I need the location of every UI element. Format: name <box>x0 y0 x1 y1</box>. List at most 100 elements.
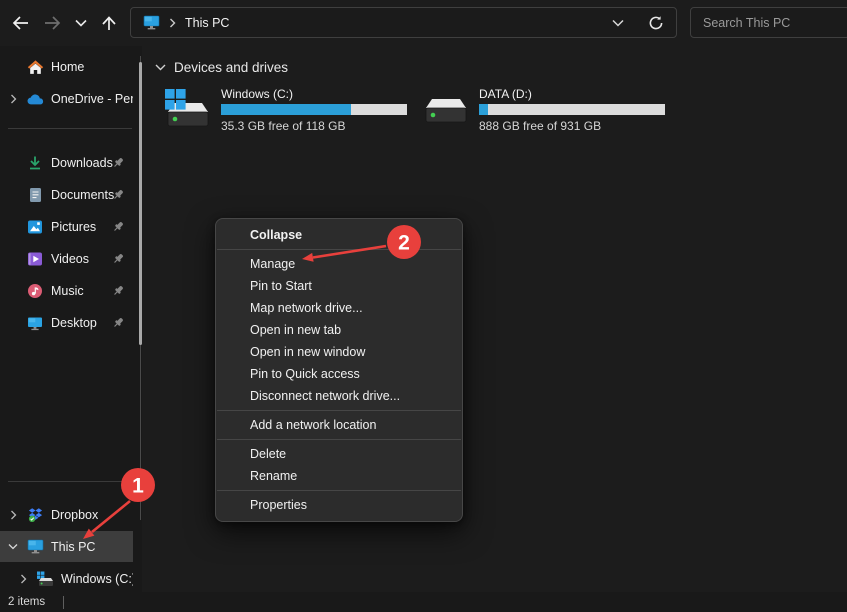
context-menu-item-pin-to-quick-access[interactable]: Pin to Quick access <box>216 363 462 385</box>
chevron-down-icon <box>75 19 87 27</box>
context-menu-item-properties[interactable]: Properties <box>216 494 462 516</box>
sidebar-item-label: OneDrive - Perso <box>51 92 133 106</box>
context-menu-item-map-network-drive[interactable]: Map network drive... <box>216 297 462 319</box>
section-collapse-chevron-icon[interactable] <box>155 64 166 71</box>
sidebar-item-windows-c[interactable]: Windows (C:) <box>0 564 133 594</box>
sidebar-divider <box>8 128 132 129</box>
address-dropdown-icon[interactable] <box>612 19 624 27</box>
sidebar-item-downloads[interactable]: Downloads <box>0 148 133 178</box>
pin-icon <box>111 252 125 266</box>
desktop-icon <box>26 314 44 332</box>
chevron-right-icon[interactable] <box>16 574 30 584</box>
context-menu-separator <box>217 439 461 440</box>
pin-icon <box>111 220 125 234</box>
sidebar-item-label: Home <box>51 60 84 74</box>
context-menu-item-open-in-new-tab[interactable]: Open in new tab <box>216 319 462 341</box>
sidebar-scrollbar-thumb[interactable] <box>139 62 142 345</box>
address-bar[interactable]: This PC <box>130 7 677 38</box>
recent-locations-button[interactable] <box>68 10 94 36</box>
pin-icon <box>111 188 125 202</box>
sidebar-item-label: Desktop <box>51 316 97 330</box>
drive-name: DATA (D:) <box>479 87 665 101</box>
pin-icon <box>111 284 125 298</box>
drive-windows-c[interactable]: Windows (C:) 35.3 GB free of 118 GB <box>164 84 414 136</box>
videos-icon <box>26 250 44 268</box>
sidebar-item-label: Pictures <box>51 220 96 234</box>
search-input[interactable] <box>701 15 839 31</box>
context-menu-item-pin-to-start[interactable]: Pin to Start <box>216 275 462 297</box>
context-menu-item-rename[interactable]: Rename <box>216 465 462 487</box>
pin-icon <box>111 156 125 170</box>
this-pc-monitor-icon <box>26 538 44 556</box>
sidebar-item-videos[interactable]: Videos <box>0 244 133 274</box>
forward-button[interactable] <box>39 10 65 36</box>
sidebar-item-home[interactable]: Home <box>0 52 133 82</box>
chevron-right-icon[interactable] <box>6 510 20 520</box>
sidebar-item-documents[interactable]: Documents <box>0 180 133 210</box>
context-menu-item-collapse[interactable]: Collapse <box>216 224 462 246</box>
drive-free-space-label: 35.3 GB free of 118 GB <box>221 119 407 133</box>
arrow-up-icon <box>101 15 117 32</box>
breadcrumb-this-pc[interactable]: This PC <box>185 16 229 30</box>
system-drive-icon <box>164 89 212 131</box>
documents-icon <box>26 186 44 204</box>
context-menu-item-manage[interactable]: Manage <box>216 253 462 275</box>
sidebar-item-dropbox[interactable]: Dropbox <box>0 500 133 530</box>
sidebar-item-desktop[interactable]: Desktop <box>0 308 133 338</box>
context-menu-item-delete[interactable]: Delete <box>216 443 462 465</box>
sidebar-item-label: Windows (C:) <box>61 572 133 586</box>
drive-name: Windows (C:) <box>221 87 407 101</box>
status-bar: 2 items <box>0 592 847 612</box>
context-menu-separator <box>217 410 461 411</box>
context-menu-item-disconnect-network-drive[interactable]: Disconnect network drive... <box>216 385 462 407</box>
chevron-down-icon[interactable] <box>6 543 20 550</box>
toolbar: This PC <box>0 0 847 46</box>
context-menu-separator <box>217 249 461 250</box>
back-button[interactable] <box>7 10 33 36</box>
drive-free-space-label: 888 GB free of 931 GB <box>479 119 665 133</box>
up-button[interactable] <box>96 10 122 36</box>
home-icon <box>26 58 44 76</box>
drive-usage-fill <box>221 104 351 115</box>
sidebar-item-onedrive[interactable]: OneDrive - Perso <box>0 84 133 114</box>
windows-drive-icon <box>36 570 54 588</box>
sidebar-item-label: Downloads <box>51 156 113 170</box>
sidebar-item-music[interactable]: Music <box>0 276 133 306</box>
sidebar-item-label: Documents <box>51 188 114 202</box>
search-box[interactable] <box>690 7 847 38</box>
sidebar-item-label: This PC <box>51 540 95 554</box>
data-drive-icon <box>422 89 470 131</box>
context-menu: Collapse Manage Pin to Start Map network… <box>215 218 463 522</box>
sidebar-divider <box>8 481 132 482</box>
section-header-label: Devices and drives <box>174 60 288 75</box>
arrow-left-icon <box>11 15 30 31</box>
downloads-icon <box>26 154 44 172</box>
item-count-label: 2 items <box>8 596 45 608</box>
drive-usage-bar <box>221 104 407 115</box>
pin-icon <box>111 316 125 330</box>
context-menu-item-open-in-new-window[interactable]: Open in new window <box>216 341 462 363</box>
pc-monitor-icon <box>143 15 160 30</box>
sidebar-item-thispc[interactable]: This PC <box>0 531 133 562</box>
arrow-right-icon <box>43 15 62 31</box>
context-menu-item-add-network-location[interactable]: Add a network location <box>216 414 462 436</box>
music-icon <box>26 282 44 300</box>
sidebar-item-label: Videos <box>51 252 89 266</box>
onedrive-icon <box>26 90 44 108</box>
drive-usage-fill <box>479 104 488 115</box>
file-explorer-window: { "colors": { "accent": "#2b9fd8", "bar_… <box>0 0 847 612</box>
navigation-sidebar: Home OneDrive - Perso Downloads <box>0 46 141 592</box>
drive-usage-bar <box>479 104 665 115</box>
pictures-icon <box>26 218 44 236</box>
sidebar-item-pictures[interactable]: Pictures <box>0 212 133 242</box>
context-menu-separator <box>217 490 461 491</box>
devices-and-drives-header[interactable]: Devices and drives <box>155 60 288 75</box>
chevron-right-icon[interactable] <box>6 94 20 104</box>
breadcrumb-chevron-icon <box>169 18 176 28</box>
refresh-icon[interactable] <box>648 15 664 31</box>
windows-logo-icon <box>165 89 186 110</box>
sidebar-item-label: Dropbox <box>51 508 98 522</box>
drive-data-d[interactable]: DATA (D:) 888 GB free of 931 GB <box>422 84 672 136</box>
statusbar-divider <box>63 596 64 609</box>
sidebar-item-label: Music <box>51 284 84 298</box>
